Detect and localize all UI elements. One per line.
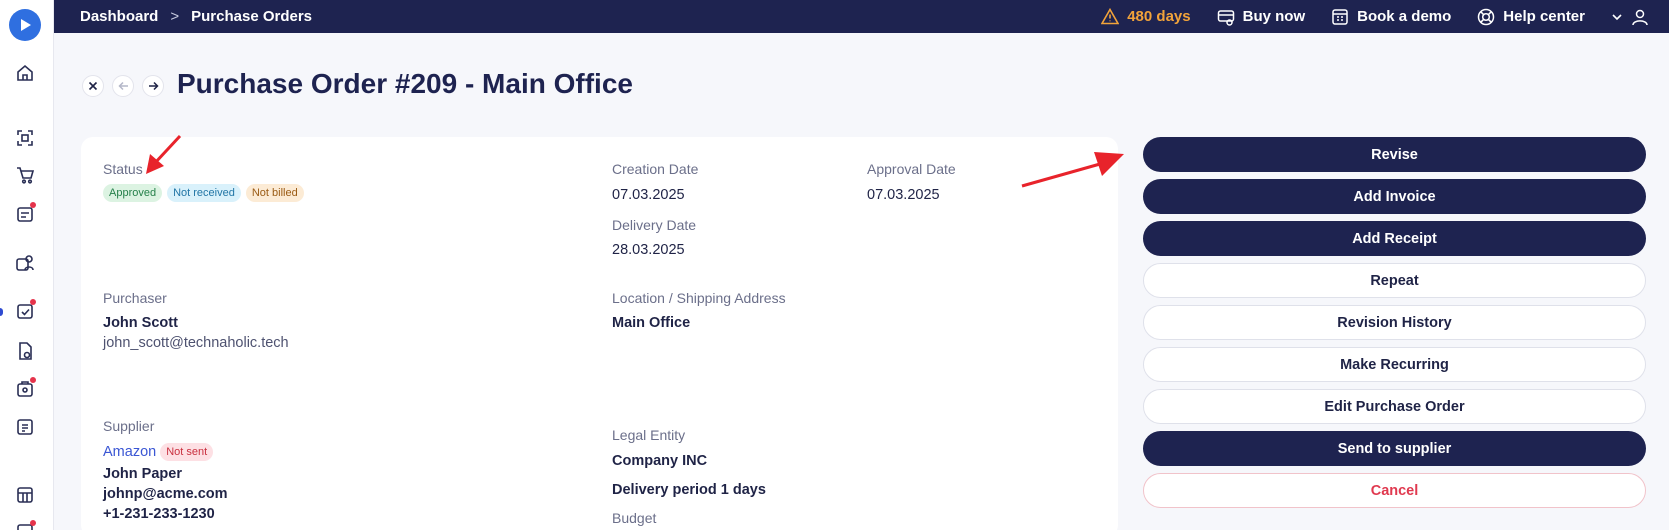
logo-icon[interactable] <box>9 9 41 41</box>
approval-date-label: Approval Date <box>867 161 956 177</box>
previous-button[interactable] <box>112 75 134 97</box>
buy-icon <box>1217 9 1234 26</box>
notification-dot <box>30 202 36 208</box>
buy-now-link[interactable]: Buy now <box>1217 8 1306 26</box>
close-icon <box>88 81 98 91</box>
annotation-arrow-revise <box>1021 152 1124 188</box>
help-icon <box>1478 8 1495 25</box>
status-badges: Approved Not received Not billed <box>103 184 304 202</box>
location-label: Location / Shipping Address <box>612 290 786 306</box>
supplier-label: Supplier <box>103 418 155 434</box>
notification-dot <box>30 520 36 526</box>
supplier-row: Amazon Not sent <box>103 443 214 461</box>
send-to-supplier-button[interactable]: Send to supplier <box>1143 431 1646 466</box>
delivery-date-value: 28.03.2025 <box>612 242 685 258</box>
user-menu[interactable] <box>1611 8 1649 26</box>
breadcrumb-dashboard[interactable]: Dashboard <box>80 8 158 25</box>
make-recurring-button[interactable]: Make Recurring <box>1143 347 1646 382</box>
warning-icon <box>1101 8 1120 25</box>
cancel-button[interactable]: Cancel <box>1143 473 1646 508</box>
calendar-icon <box>1332 8 1348 25</box>
repeat-button[interactable]: Repeat <box>1143 263 1646 298</box>
action-panel: Revise Add Invoice Add Receipt Repeat Re… <box>1143 137 1646 508</box>
next-button[interactable] <box>142 75 164 97</box>
page-title: Purchase Order #209 - Main Office <box>177 68 633 99</box>
buy-now-label: Buy now <box>1242 8 1306 25</box>
supplier-contact: John Paper <box>103 466 182 482</box>
delivery-date-label: Delivery Date <box>612 217 697 233</box>
legal-entity-label: Legal Entity <box>612 427 686 443</box>
location-value: Main Office <box>612 315 691 331</box>
reports-icon[interactable] <box>13 415 37 439</box>
purchaser-email: john_scott@technaholic.tech <box>103 335 289 351</box>
revise-button[interactable]: Revise <box>1143 137 1646 172</box>
chevron-down-icon <box>1612 13 1622 20</box>
home-icon[interactable] <box>13 61 37 85</box>
add-invoice-button[interactable]: Add Invoice <box>1143 179 1646 214</box>
delivery-period-value: Delivery period 1 days <box>612 482 766 498</box>
status-badge-billing: Not billed <box>245 184 304 202</box>
calculator-icon[interactable] <box>13 483 37 507</box>
book-demo-link[interactable]: Book a demo <box>1331 8 1451 26</box>
approval-date-value: 07.03.2025 <box>867 187 940 203</box>
user-icon <box>1632 9 1648 25</box>
purchaser-name: John Scott <box>103 315 178 331</box>
revision-history-button[interactable]: Revision History <box>1143 305 1646 340</box>
approval-icon[interactable] <box>13 299 37 323</box>
supplier-email: johnp@acme.com <box>103 486 228 502</box>
arrow-right-icon <box>148 81 159 91</box>
cart-icon[interactable] <box>13 163 37 187</box>
breadcrumb-purchase-orders[interactable]: Purchase Orders <box>191 8 312 25</box>
creation-date-label: Creation Date <box>612 161 699 177</box>
legal-entity-value: Company INC <box>612 453 708 469</box>
help-center-label: Help center <box>1503 8 1585 25</box>
supplier-phone: +1-231-233-1230 <box>103 506 215 522</box>
trial-days-text: 480 days <box>1127 8 1191 25</box>
book-demo-label: Book a demo <box>1357 8 1452 25</box>
supplier-link[interactable]: Amazon <box>103 444 156 460</box>
sidebar <box>0 0 54 530</box>
trial-warning[interactable]: 480 days <box>1101 8 1191 25</box>
budget-icon[interactable] <box>13 377 37 401</box>
active-indicator <box>0 308 3 316</box>
users-icon[interactable] <box>13 251 37 275</box>
help-center-link[interactable]: Help center <box>1477 8 1585 26</box>
breadcrumb-separator: > <box>170 8 180 25</box>
status-badge-approved: Approved <box>103 184 163 202</box>
supplier-status-badge: Not sent <box>160 443 214 461</box>
document-icon[interactable] <box>13 339 37 363</box>
notification-dot <box>30 299 36 305</box>
scan-icon[interactable] <box>13 126 37 150</box>
add-receipt-button[interactable]: Add Receipt <box>1143 221 1646 256</box>
edit-purchase-order-button[interactable]: Edit Purchase Order <box>1143 389 1646 424</box>
notification-dot <box>30 377 36 383</box>
creation-date-value: 07.03.2025 <box>612 187 685 203</box>
invoice-icon[interactable] <box>13 202 37 226</box>
purchaser-label: Purchaser <box>103 290 167 306</box>
status-label: Status <box>103 161 143 177</box>
top-bar: Dashboard > Purchase Orders 480 days Buy… <box>54 0 1669 33</box>
annotation-arrow-status <box>146 134 182 174</box>
status-badge-receipt: Not received <box>167 184 241 202</box>
arrow-left-icon <box>117 81 128 91</box>
details-card: Status Approved Not received Not billed … <box>81 137 1118 530</box>
budget-label: Budget <box>612 510 657 526</box>
close-button[interactable] <box>82 75 104 97</box>
extra-icon[interactable] <box>13 520 37 530</box>
breadcrumb: Dashboard > Purchase Orders <box>54 8 312 25</box>
